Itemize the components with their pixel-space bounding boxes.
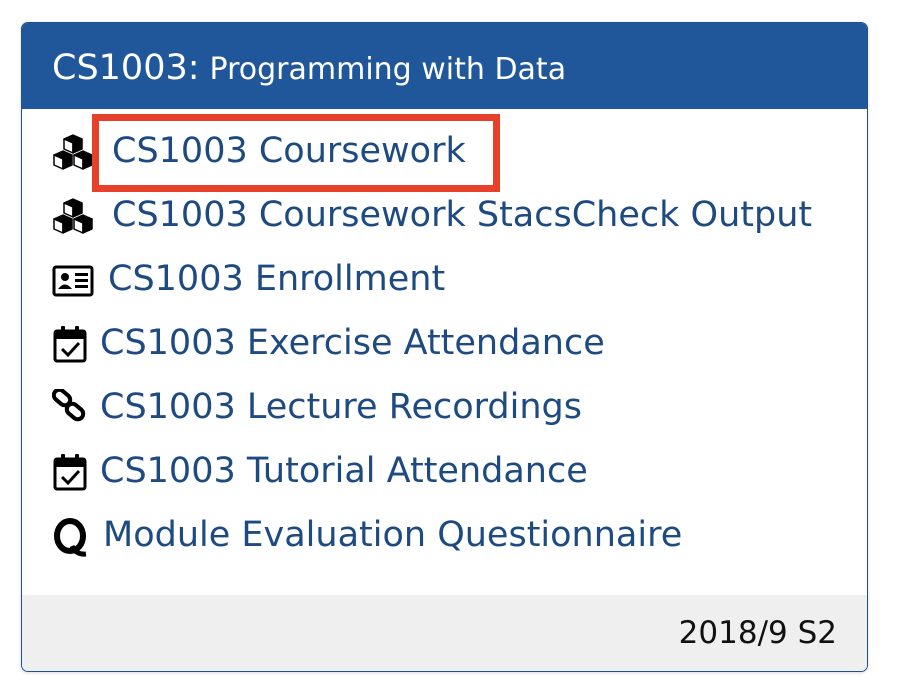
highlight-box (92, 114, 500, 192)
list-item-tutorial-attendance[interactable]: CS1003 Tutorial Attendance (22, 443, 867, 499)
list-item-exercise-attendance[interactable]: CS1003 Exercise Attendance (22, 315, 867, 371)
calendar-check-icon (53, 326, 87, 363)
stacscheck-output-link[interactable]: CS1003 Coursework StacsCheck Output (112, 193, 812, 237)
list-item-module-evaluation[interactable]: Module Evaluation Questionnaire (22, 507, 867, 563)
questionnaire-icon (54, 518, 87, 557)
module-code-separator: : (187, 48, 200, 88)
module-card: CS1003: Programming with Data CS1003 Cour… (21, 22, 868, 672)
term-label: 2018/9 S2 (678, 615, 837, 651)
module-title: Programming with Data (209, 52, 567, 87)
card-footer: 2018/9 S2 (22, 595, 867, 671)
module-evaluation-link[interactable]: Module Evaluation Questionnaire (103, 513, 682, 557)
list-item-enrollment[interactable]: CS1003 Enrollment (22, 251, 867, 307)
card-header: CS1003: Programming with Data (22, 23, 867, 109)
calendar-check-icon (53, 454, 87, 491)
module-code: CS1003 (52, 48, 188, 88)
cubes-icon (53, 198, 93, 234)
list-item-stacscheck-output[interactable]: CS1003 Coursework StacsCheck Output (22, 187, 867, 243)
link-icon (52, 389, 86, 422)
tutorial-attendance-link[interactable]: CS1003 Tutorial Attendance (100, 449, 588, 493)
lecture-recordings-link[interactable]: CS1003 Lecture Recordings (100, 385, 582, 429)
list-item-lecture-recordings[interactable]: CS1003 Lecture Recordings (22, 379, 867, 435)
cubes-icon (53, 134, 93, 170)
id-card-icon (52, 265, 94, 297)
enrollment-link[interactable]: CS1003 Enrollment (108, 257, 445, 301)
exercise-attendance-link[interactable]: CS1003 Exercise Attendance (100, 321, 605, 365)
